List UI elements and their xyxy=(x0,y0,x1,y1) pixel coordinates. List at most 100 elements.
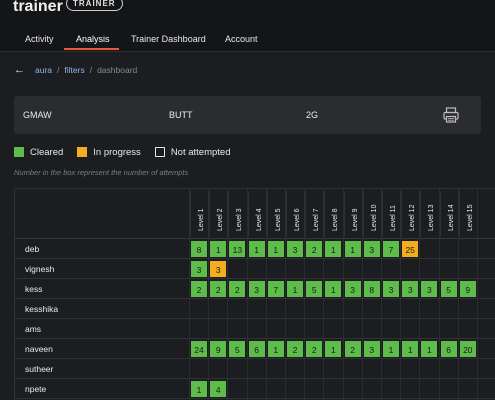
trainee-row[interactable]: npete 1 4 xyxy=(14,379,495,399)
cleared-cell[interactable]: 3 xyxy=(286,240,304,258)
tab-analysis[interactable]: Analysis xyxy=(76,34,110,44)
level-header-label: Level 8 xyxy=(332,208,340,231)
cleared-cell[interactable]: 1 xyxy=(266,240,285,258)
level-header-label: Level 14 xyxy=(447,204,455,231)
attempts-note: Number in the box represent the number o… xyxy=(14,168,189,177)
cleared-cell[interactable]: 1 xyxy=(324,280,343,298)
level-header-label: Level 5 xyxy=(274,208,282,231)
cleared-cell[interactable]: 2 xyxy=(286,340,304,358)
trainee-row[interactable]: sutheer xyxy=(14,359,495,379)
cleared-cell[interactable]: 3 xyxy=(362,340,381,358)
cleared-cell[interactable]: 5 xyxy=(228,340,247,358)
level-header-label: Level 1 xyxy=(198,208,205,231)
cleared-cell[interactable]: 3 xyxy=(362,240,381,258)
print-icon[interactable] xyxy=(442,106,460,124)
level-header-label: Level 11 xyxy=(390,205,397,231)
cleared-cell[interactable]: 1 xyxy=(420,340,439,358)
breadcrumb-aura[interactable]: aura xyxy=(35,65,52,75)
cleared-cell[interactable]: 6 xyxy=(247,340,266,358)
cleared-cell[interactable]: 7 xyxy=(266,280,285,298)
progress-grid: Level 1 Level 2 Level 3 Level 4 Level 5 Level… xyxy=(14,188,495,400)
cleared-cell[interactable]: 1 xyxy=(286,280,304,298)
cleared-cell[interactable]: 2 xyxy=(305,240,324,258)
cleared-cell[interactable]: 8 xyxy=(362,280,381,298)
cleared-cell[interactable]: 3 xyxy=(343,280,362,298)
cleared-cell[interactable]: 1 xyxy=(324,340,343,358)
cleared-cell[interactable]: 2 xyxy=(228,280,247,298)
cleared-cell[interactable]: 9 xyxy=(458,280,477,298)
legend-in-progress-label: In progress xyxy=(93,146,141,158)
legend-in-progress: In progress xyxy=(77,147,141,158)
level-header-label: Level 10 xyxy=(370,204,378,231)
cleared-cell[interactable]: 3 xyxy=(190,260,208,278)
level-header: Level 10 xyxy=(362,191,382,237)
legend-not-attempted: Not attempted xyxy=(154,147,230,158)
cleared-cell[interactable]: 3 xyxy=(247,280,266,298)
trainee-name: vignesh xyxy=(25,264,55,274)
level-header: Level 6 xyxy=(286,191,305,237)
cleared-cell[interactable]: 1 xyxy=(247,240,266,258)
cleared-cell[interactable]: 8 xyxy=(190,240,208,258)
cleared-cell[interactable]: 1 xyxy=(324,240,343,258)
cleared-cell[interactable]: 2 xyxy=(343,340,362,358)
level-header: Level 9 xyxy=(343,191,363,237)
level-header-label: Level 6 xyxy=(294,208,301,231)
cleared-cell[interactable]: 1 xyxy=(190,380,208,398)
cleared-cell[interactable]: 2 xyxy=(190,280,208,298)
cleared-cell[interactable]: 3 xyxy=(420,280,439,298)
breadcrumb-dashboard: dashboard xyxy=(97,65,138,75)
cleared-cell[interactable]: 1 xyxy=(209,240,228,258)
trainee-row[interactable]: ams xyxy=(14,319,495,339)
tab-activity[interactable]: Activity xyxy=(25,34,54,44)
cleared-cell[interactable]: 1 xyxy=(266,340,285,358)
cleared-cell[interactable]: 5 xyxy=(439,280,458,298)
trainee-row[interactable]: kess 2 2 2 3 7 1 5 1 3 8 3 3 3 5 9 xyxy=(14,279,495,299)
in-progress-cell[interactable]: 25 xyxy=(401,240,420,258)
cleared-cell[interactable]: 13 xyxy=(228,240,247,258)
cleared-cell[interactable]: 2 xyxy=(209,280,228,298)
cleared-cell[interactable]: 20 xyxy=(458,340,477,358)
cleared-cell[interactable]: 6 xyxy=(439,340,458,358)
trainee-row[interactable]: kesshika xyxy=(14,299,495,319)
filter-summary-panel: GMAW BUTT 2G xyxy=(14,96,481,134)
trainee-name: npete xyxy=(25,384,47,394)
trainee-row[interactable]: naveen 24 9 5 6 1 2 2 1 2 3 1 1 1 6 20 xyxy=(14,339,495,359)
trainee-name: sutheer xyxy=(25,364,54,374)
breadcrumb: ← aura / filters / dashboard xyxy=(14,64,137,76)
level-header: Level 11 xyxy=(382,191,401,237)
back-arrow-icon[interactable]: ← xyxy=(14,64,25,76)
breadcrumb-separator: / xyxy=(89,65,93,75)
cleared-cell[interactable]: 3 xyxy=(401,280,420,298)
level-header-row: Level 1 Level 2 Level 3 Level 4 Level 5 Level… xyxy=(14,189,495,239)
trainee-row[interactable]: deb 8 1 13 1 1 3 2 1 1 3 7 25 xyxy=(14,239,495,259)
cleared-cell[interactable]: 1 xyxy=(401,340,420,358)
cleared-cell[interactable]: 4 xyxy=(209,380,228,398)
level-header: Level 8 xyxy=(324,191,343,237)
cleared-cell[interactable]: 5 xyxy=(305,280,324,298)
cleared-cell[interactable]: 3 xyxy=(382,280,400,298)
cleared-cell[interactable]: 1 xyxy=(343,240,362,258)
brand-name: trainer xyxy=(13,0,63,15)
top-bar: trainer TRAINER Activity Analysis Traine… xyxy=(0,0,495,52)
in-progress-cell[interactable]: 3 xyxy=(209,260,228,278)
process-value: GMAW xyxy=(23,110,52,120)
level-header-label: Level 13 xyxy=(428,204,436,231)
cleared-cell[interactable]: 1 xyxy=(382,340,400,358)
trainee-name: ams xyxy=(25,324,42,334)
tab-account[interactable]: Account xyxy=(225,34,258,44)
cleared-cell[interactable]: 24 xyxy=(190,340,208,358)
level-header-label: Level 9 xyxy=(351,208,359,231)
position-value: 2G xyxy=(306,110,319,120)
breadcrumb-filters[interactable]: filters xyxy=(64,65,84,75)
level-header: Level 1 xyxy=(190,191,209,237)
role-badge: TRAINER xyxy=(66,0,123,11)
cleared-cell[interactable]: 2 xyxy=(305,340,324,358)
status-legend: Cleared In progress Not attempted xyxy=(14,146,244,158)
trainee-name: naveen xyxy=(25,344,53,354)
level-header-label: Level 7 xyxy=(313,208,321,231)
in-progress-swatch xyxy=(77,147,88,157)
cleared-cell[interactable]: 9 xyxy=(209,340,228,358)
cleared-cell[interactable]: 7 xyxy=(382,240,400,258)
tab-trainer-dashboard[interactable]: Trainer Dashboard xyxy=(131,34,206,44)
trainee-row[interactable]: vignesh 3 3 xyxy=(14,259,495,279)
